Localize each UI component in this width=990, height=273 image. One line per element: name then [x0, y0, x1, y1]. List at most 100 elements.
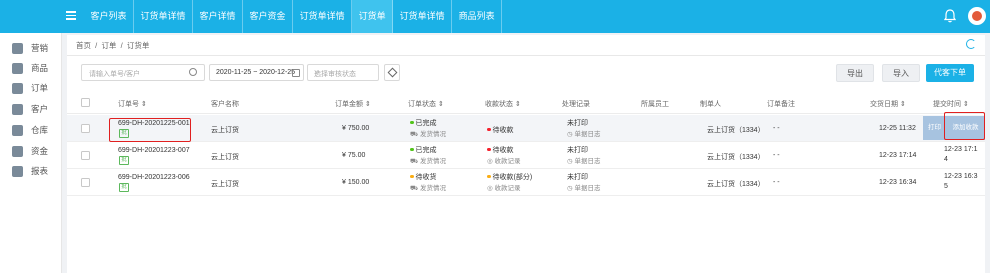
customer-icon [12, 103, 23, 115]
breadcrumb-separator: / [95, 41, 98, 50]
header-deliver-date[interactable]: 交货日期 ⇕ [870, 99, 906, 109]
header-creator: 制单人 [700, 101, 721, 108]
pay-status: 待收款 [487, 125, 514, 135]
create-order-button[interactable]: 代客下单 [926, 64, 974, 82]
customer-name: 云上订货 [211, 181, 239, 188]
header-order-no[interactable]: 订单号 ⇕ [118, 99, 147, 109]
order-no[interactable]: 699-DH-20201223-006 [118, 174, 190, 181]
search-input[interactable]: 请输入单号/客户 [81, 64, 205, 81]
tab-customer-detail[interactable]: 客户详情 [193, 0, 244, 33]
header-status[interactable]: 订单状态 ⇕ [408, 99, 444, 109]
tab-order-detail-2[interactable]: 订货单详情 [293, 0, 353, 33]
order-no[interactable]: 699-DH-20201223-007 [118, 147, 190, 154]
wholesale-tag: 批 [119, 156, 129, 165]
document-log-link[interactable]: ◷ 单据日志 [567, 155, 600, 165]
header-amount[interactable]: 订单金额 ⇕ [335, 99, 371, 109]
print-status: 未打印 [567, 174, 588, 181]
order-amount: ¥ 150.00 [342, 179, 370, 186]
search-icon[interactable] [189, 68, 197, 76]
pay-dot [487, 127, 491, 131]
sidebar-item-customers[interactable]: 客户 [12, 102, 48, 116]
tab-order-detail[interactable]: 订货单详情 [134, 0, 194, 33]
payment-record-link[interactable]: ◎ 收款记录 [487, 155, 520, 165]
table-row[interactable]: 699-DH-20201223-007 批 云上订货 ¥ 75.00 已完成 ⛟… [67, 142, 985, 169]
tab-customer-list[interactable]: 客户列表 [84, 0, 135, 33]
logo-area [0, 0, 58, 33]
report-icon [12, 165, 23, 177]
breadcrumb: 首页 / 订单 / 订货单 [76, 40, 149, 51]
shipping-status-link[interactable]: ⛟ 发货情况 [410, 155, 446, 166]
pay-dot [487, 147, 491, 151]
select-all-checkbox[interactable] [81, 98, 90, 107]
submit-time-line1: 12-23 16:3 [944, 173, 978, 180]
pay-status: 待收款 [487, 145, 514, 155]
menu-icon[interactable] [66, 11, 76, 20]
row-checkbox[interactable] [81, 178, 90, 187]
deliver-date: 12-23 17:14 [879, 152, 917, 159]
filter-button[interactable] [384, 64, 400, 81]
order-remark: - - [773, 125, 780, 132]
tab-order-detail-3[interactable]: 订货单详情 [393, 0, 453, 33]
tab-customer-funds[interactable]: 客户资金 [243, 0, 294, 33]
row-checkbox[interactable] [81, 124, 90, 133]
main-panel: 首页 / 订单 / 订货单 请输入单号/客户 2020-11-25 ~ 2020… [67, 35, 985, 273]
sidebar-item-warehouse[interactable]: 仓库 [12, 123, 48, 137]
funds-icon [12, 145, 23, 157]
payment-record-link[interactable]: ◎ 收款记录 [487, 182, 520, 192]
breadcrumb-home[interactable]: 首页 [76, 41, 91, 50]
print-button[interactable]: 打印 [923, 116, 946, 140]
pay-dot [487, 174, 491, 178]
shipping-status-link[interactable]: ⛟ 发货情况 [410, 128, 446, 139]
sidebar: 营销 商品 订单 客户 仓库 资金 报表 [0, 33, 62, 273]
status-dot [410, 147, 414, 151]
print-status: 未打印 [567, 120, 588, 127]
header-submit-time[interactable]: 提交时间 ⇕ [933, 99, 969, 109]
sidebar-item-marketing[interactable]: 营销 [12, 41, 48, 55]
creator: 云上订货（1334） [707, 181, 765, 188]
customer-name: 云上订货 [211, 127, 239, 134]
table-header: 订单号 ⇕ 客户名称 订单金额 ⇕ 订单状态 ⇕ 收款状态 ⇕ 处理记录 所属员… [67, 92, 985, 114]
divider [67, 55, 985, 56]
submit-time-line2: 5 [944, 183, 948, 190]
row-checkbox[interactable] [81, 151, 90, 160]
breadcrumb-orders[interactable]: 订单 [101, 41, 116, 50]
document-log-link[interactable]: ◷ 单据日志 [567, 128, 600, 138]
goods-icon [12, 62, 23, 74]
refresh-icon[interactable] [966, 39, 976, 49]
customer-name: 云上订货 [211, 154, 239, 161]
top-tabs: 客户列表 订货单详情 客户详情 客户资金 订货单详情 订货单 订货单详情 商品列… [84, 0, 503, 33]
highlight-box-order-no [109, 118, 191, 142]
order-icon [12, 82, 23, 94]
table-row[interactable]: 699-DH-20201223-006 批 云上订货 ¥ 150.00 待收货 … [67, 169, 985, 196]
order-status: 已完成 [410, 145, 437, 155]
sidebar-item-goods[interactable]: 商品 [12, 61, 48, 75]
search-placeholder: 请输入单号/客户 [89, 71, 140, 78]
shipping-status-link[interactable]: ⛟ 发货情况 [410, 182, 446, 193]
filter-icon [387, 67, 398, 78]
sidebar-item-funds[interactable]: 资金 [12, 144, 48, 158]
sidebar-item-reports[interactable]: 报表 [12, 164, 48, 178]
chevron-down-icon: ∨ [314, 70, 319, 76]
audit-status-select[interactable]: 选择审核状态 ∨ [307, 64, 379, 81]
user-avatar[interactable] [968, 7, 986, 25]
pay-status: 待收款(部分) [487, 172, 532, 182]
bell-icon[interactable] [944, 9, 956, 23]
submit-time-line1: 12-23 17:1 [944, 146, 978, 153]
import-button[interactable]: 导入 [882, 64, 920, 82]
document-log-link[interactable]: ◷ 单据日志 [567, 182, 600, 192]
wholesale-tag: 批 [119, 183, 129, 192]
order-status: 已完成 [410, 118, 437, 128]
sidebar-item-orders[interactable]: 订单 [12, 81, 48, 95]
table-row[interactable]: 699-DH-20201225-001 批 云上订货 ¥ 750.00 已完成 … [67, 115, 985, 142]
deliver-date: 12-23 16:34 [879, 179, 917, 186]
export-button[interactable]: 导出 [836, 64, 874, 82]
tab-product-list[interactable]: 商品列表 [452, 0, 503, 33]
tab-orders[interactable]: 订货单 [352, 0, 394, 33]
print-status: 未打印 [567, 147, 588, 154]
date-range-picker[interactable]: 2020-11-25 ~ 2020-12-25 [209, 64, 304, 81]
marketing-icon [12, 42, 23, 54]
date-range-value: 2020-11-25 ~ 2020-12-25 [216, 69, 296, 76]
header-staff: 所属员工 [641, 101, 669, 108]
warehouse-icon [12, 124, 23, 136]
header-pay-status[interactable]: 收款状态 ⇕ [485, 99, 521, 109]
